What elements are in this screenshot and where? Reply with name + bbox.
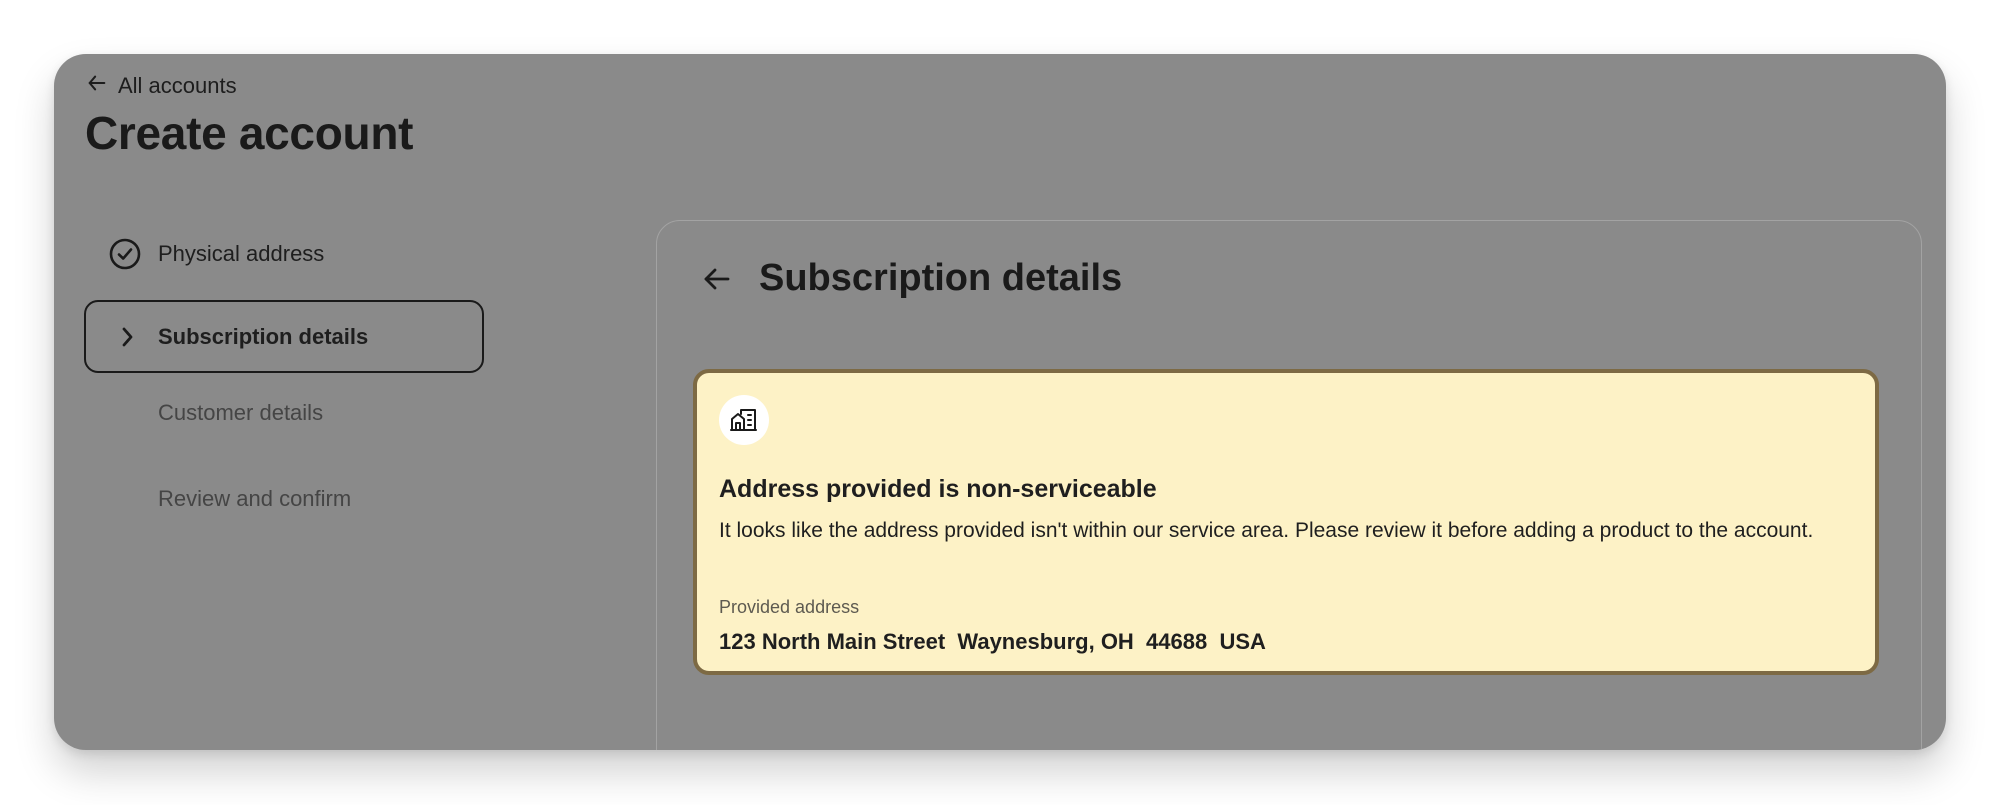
check-circle-icon (108, 237, 142, 271)
step-label: Customer details (158, 400, 324, 425)
arrow-left-icon[interactable] (701, 263, 733, 295)
panel-title: Subscription details (759, 257, 1123, 299)
step-list: Physical address Subscription details Cu… (84, 234, 484, 559)
non-serviceable-alert: Address provided is non-serviceable It l… (693, 369, 1879, 675)
page-title: Create account (85, 107, 414, 159)
step-physical-address[interactable]: Physical address (84, 228, 484, 280)
step-subscription-details[interactable]: Subscription details (84, 300, 484, 373)
step-label: Subscription details (158, 323, 369, 349)
step-label: Physical address (158, 241, 325, 266)
subscription-details-panel: Subscription details Address provided is… (656, 220, 1922, 750)
chevron-right-icon (110, 320, 144, 354)
all-accounts-back-link[interactable]: All accounts (86, 72, 237, 100)
alert-title: Address provided is non-serviceable (719, 475, 1157, 503)
arrow-left-icon (86, 72, 108, 100)
step-review-and-confirm[interactable]: Review and confirm (84, 473, 484, 525)
building-icon (719, 395, 769, 445)
create-account-window: All accounts Create account Physical add… (54, 54, 1946, 750)
step-customer-details[interactable]: Customer details (84, 387, 484, 439)
panel-header: Subscription details (701, 257, 1122, 300)
provided-address-label: Provided address (719, 597, 860, 617)
all-accounts-label: All accounts (118, 73, 237, 98)
alert-message: It looks like the address provided isn't… (719, 519, 1814, 542)
step-label: Review and confirm (158, 486, 352, 511)
provided-address-value: 123 North Main Street Waynesburg, OH 446… (719, 629, 1266, 654)
